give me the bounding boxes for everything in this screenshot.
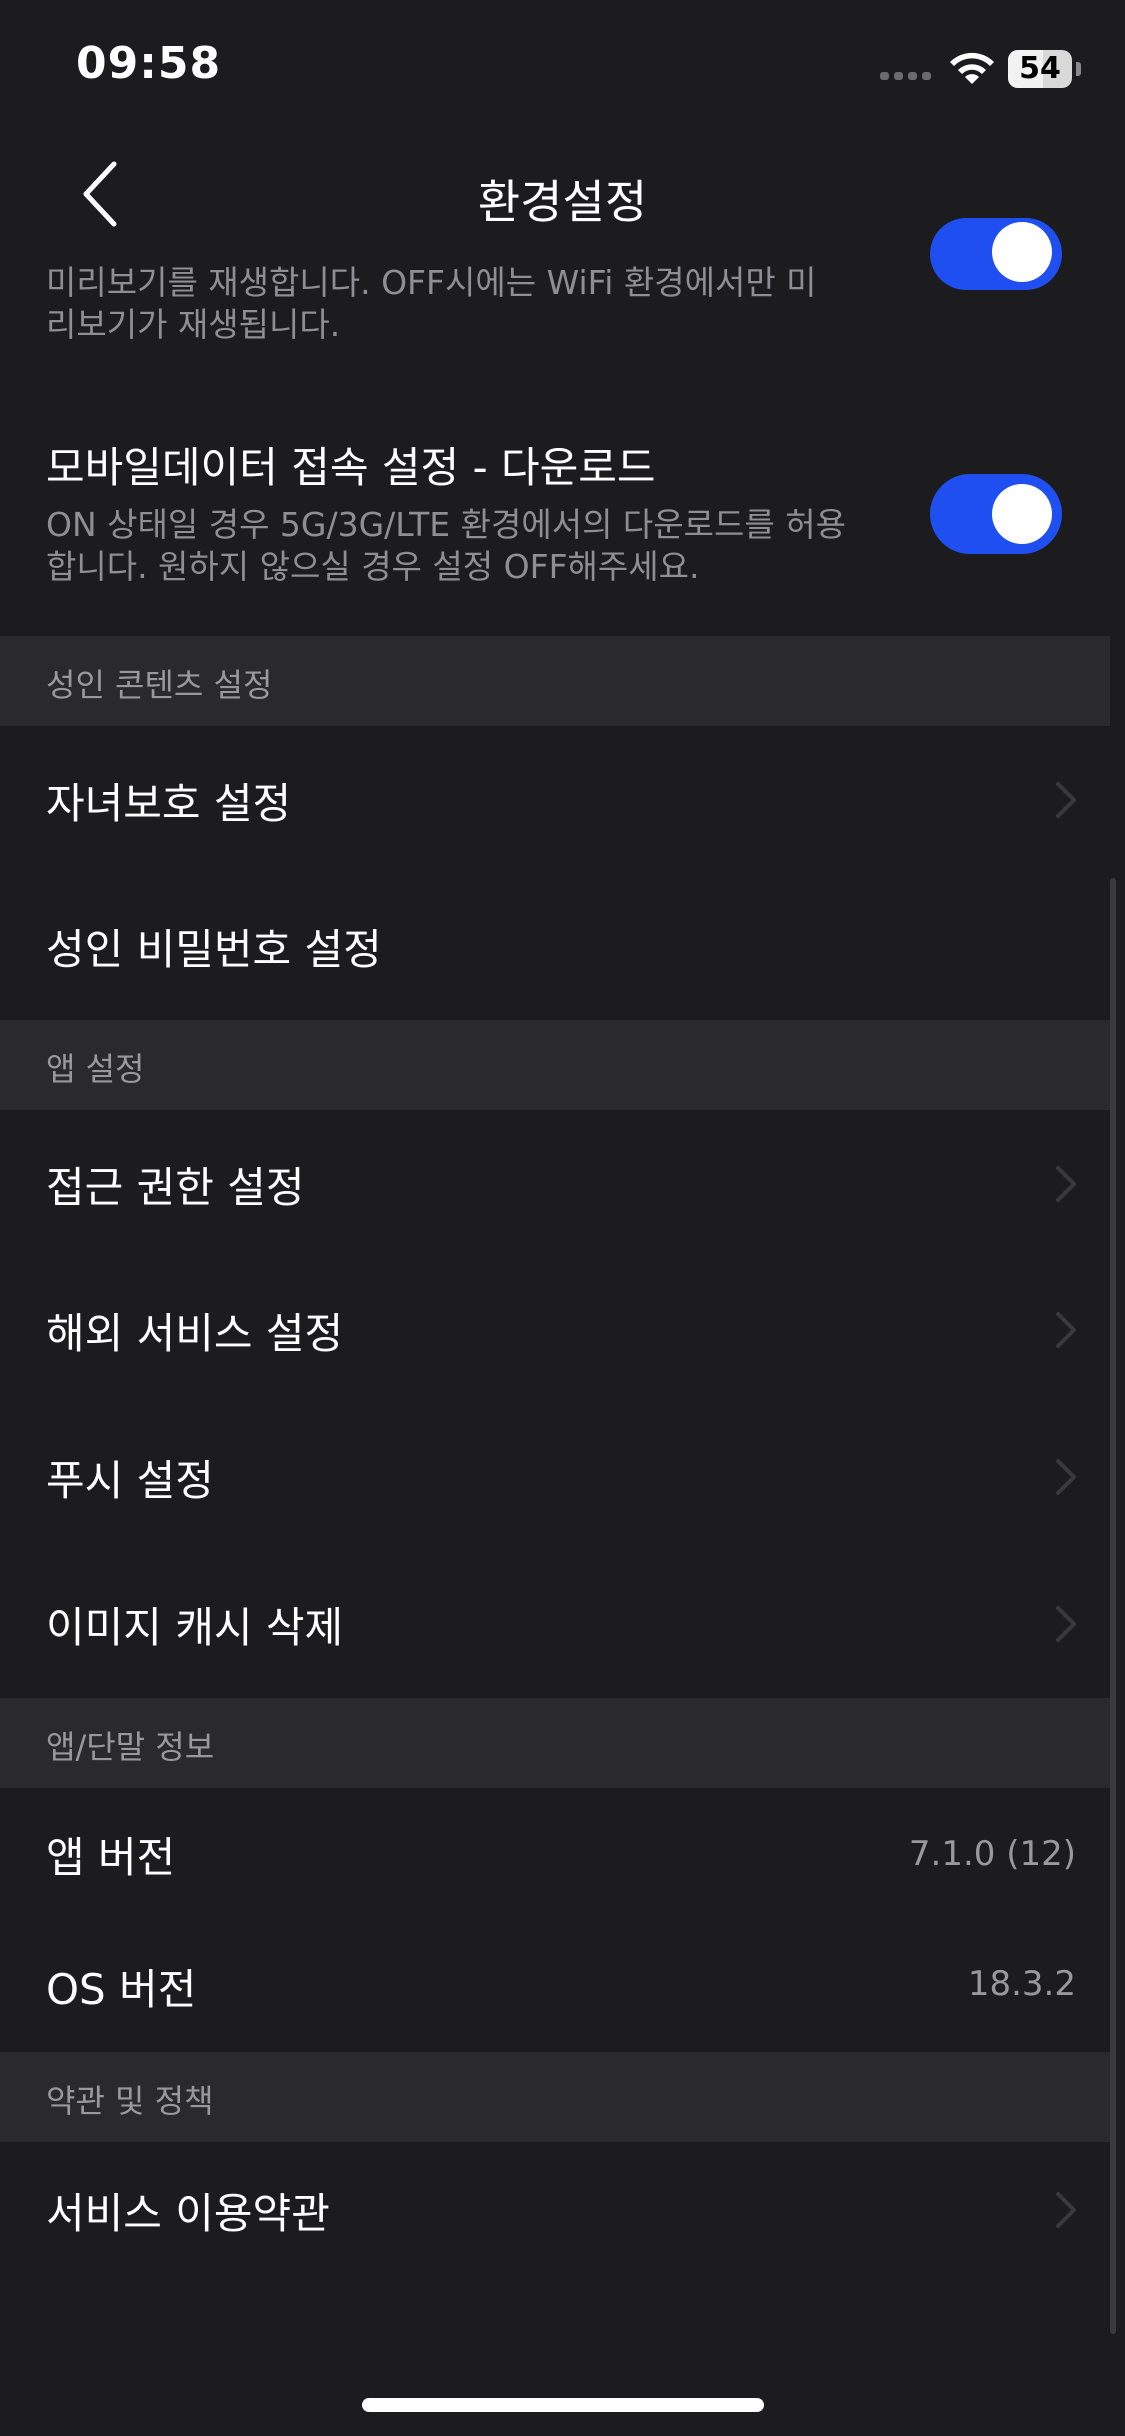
row-label: 푸시 설정	[46, 1456, 214, 1505]
section-header-app-settings: 앱 설정	[0, 1020, 1110, 1110]
battery-icon: 54	[1008, 50, 1081, 88]
chevron-right-icon	[1056, 782, 1076, 818]
section-header-label: 앱/단말 정보	[46, 1728, 215, 1766]
row-label: 이미지 캐시 삭제	[46, 1603, 344, 1652]
wifi-icon	[950, 52, 994, 84]
toggle-knob	[992, 484, 1052, 544]
section-header-adult-content: 성인 콘텐츠 설정	[0, 636, 1110, 726]
row-label: 서비스 이용약관	[46, 2189, 330, 2238]
scroll-indicator[interactable]	[1110, 878, 1116, 2334]
signal-dots-icon	[880, 72, 936, 80]
section-header-label: 약관 및 정책	[46, 2082, 214, 2120]
row-label: 자녀보호 설정	[46, 779, 292, 828]
toggle-knob	[992, 222, 1052, 282]
settings-row-clear-image-cache[interactable]: 이미지 캐시 삭제	[0, 1550, 1110, 1696]
app-version-value: 7.1.0 (12)	[908, 1834, 1076, 1874]
settings-row-overseas-service[interactable]: 해외 서비스 설정	[0, 1256, 1110, 1402]
battery-percent: 54	[1019, 51, 1061, 86]
row-label: 성인 비밀번호 설정	[46, 925, 382, 974]
row-label: 해외 서비스 설정	[46, 1309, 344, 1358]
settings-row-permissions[interactable]: 접근 권한 설정	[0, 1110, 1110, 1256]
section-header-app-device-info: 앱/단말 정보	[0, 1698, 1110, 1788]
mobile-download-description: ON 상태일 경우 5G/3G/LTE 환경에서의 다운로드를 허용합니다. 원…	[46, 505, 846, 586]
settings-row-parental-control[interactable]: 자녀보호 설정	[0, 726, 1110, 872]
chevron-right-icon	[1056, 1459, 1076, 1495]
mobile-download-toggle[interactable]	[930, 474, 1062, 554]
os-version-value: 18.3.2	[967, 1964, 1076, 2004]
row-label: 앱 버전	[46, 1833, 176, 1882]
preview-description: 미리보기를 재생합니다. OFF시에는 WiFi 환경에서만 미리보기가 재생됩…	[46, 263, 817, 344]
settings-row-terms-of-service[interactable]: 서비스 이용약관	[0, 2142, 1110, 2288]
row-label: 접근 권한 설정	[46, 1163, 305, 1212]
status-bar: 09:58 54	[0, 0, 1125, 140]
chevron-right-icon	[1056, 1606, 1076, 1642]
status-time: 09:58	[76, 38, 222, 89]
settings-row-adult-password[interactable]: 성인 비밀번호 설정	[0, 872, 1110, 1018]
section-header-label: 앱 설정	[46, 1050, 145, 1088]
section-header-label: 성인 콘텐츠 설정	[46, 666, 273, 704]
preview-toggle[interactable]	[930, 218, 1062, 290]
settings-row-push[interactable]: 푸시 설정	[0, 1403, 1110, 1549]
home-indicator[interactable]	[362, 2398, 764, 2412]
info-row-app-version: 앱 버전 7.1.0 (12)	[0, 1786, 1110, 1918]
info-row-os-version: OS 버전 18.3.2	[0, 1918, 1110, 2052]
chevron-right-icon	[1056, 1312, 1076, 1348]
row-label: OS 버전	[46, 1965, 197, 2014]
mobile-download-label: 모바일데이터 접속 설정 - 다운로드	[46, 443, 656, 492]
chevron-right-icon	[1056, 1166, 1076, 1202]
chevron-right-icon	[1056, 2192, 1076, 2228]
section-header-terms-policy: 약관 및 정책	[0, 2052, 1110, 2142]
